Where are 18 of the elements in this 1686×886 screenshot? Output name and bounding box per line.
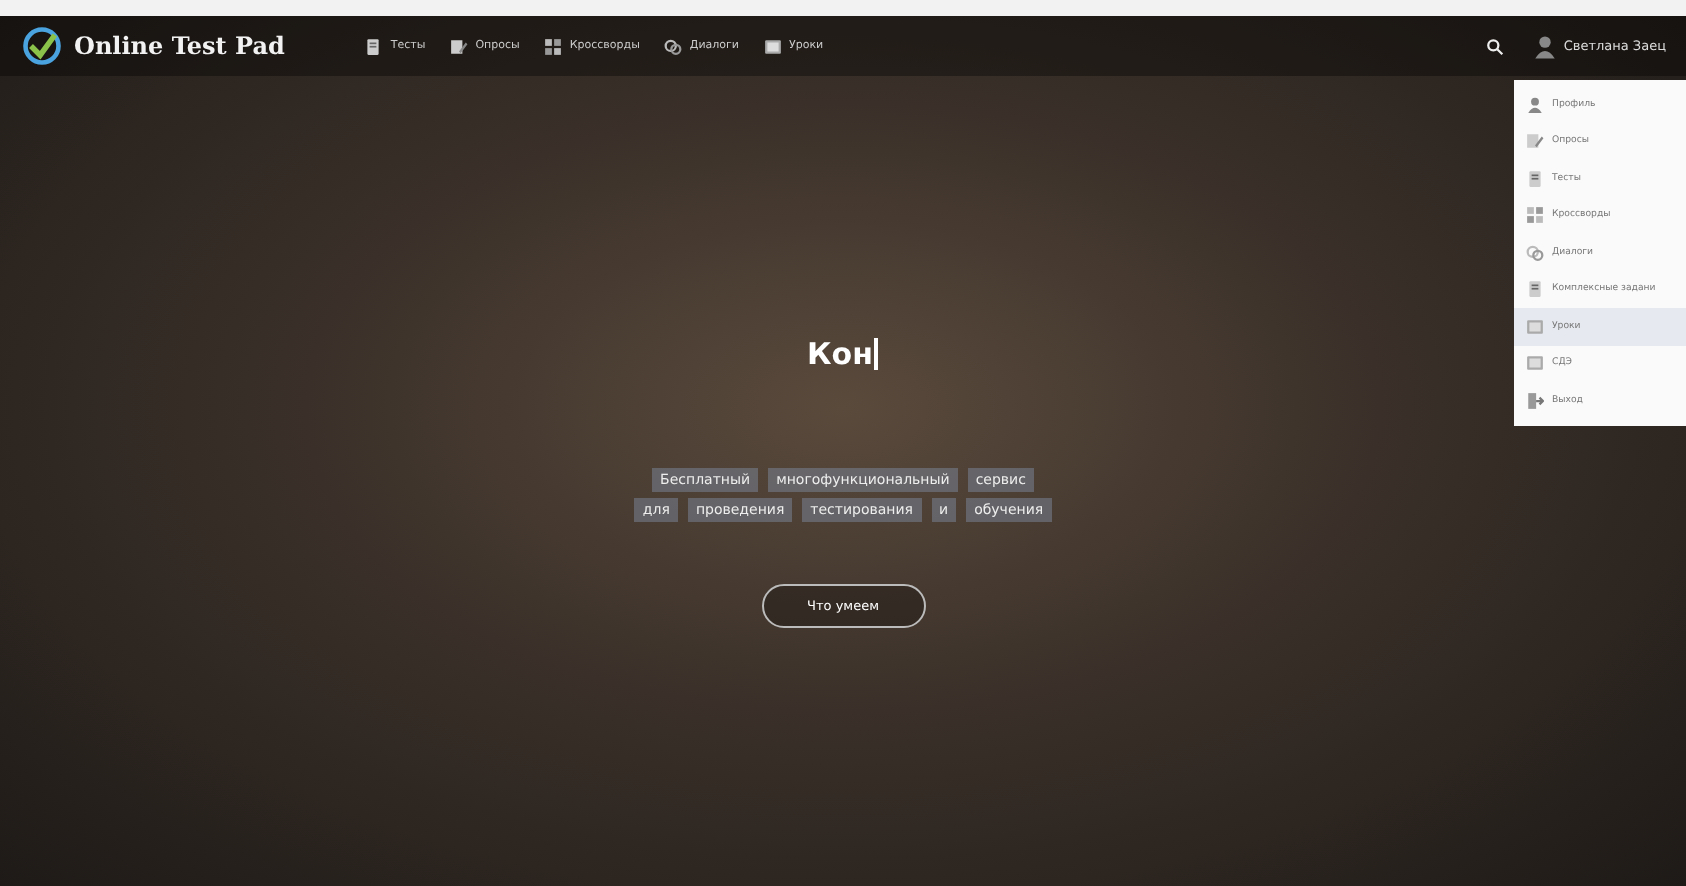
grid-icon bbox=[543, 37, 562, 55]
pencil-icon bbox=[449, 37, 468, 55]
speech-bubbles-icon bbox=[663, 37, 682, 55]
grid-icon bbox=[1526, 206, 1544, 225]
logo-icon bbox=[20, 24, 64, 68]
exit-icon bbox=[1526, 391, 1544, 410]
document-icon bbox=[1526, 169, 1544, 188]
document-icon bbox=[364, 37, 383, 55]
document-icon bbox=[1526, 280, 1544, 299]
search-icon[interactable] bbox=[1485, 37, 1504, 55]
speech-bubbles-icon bbox=[1526, 243, 1544, 262]
site-logo-link[interactable]: Online Test Pad bbox=[74, 32, 285, 60]
text-cursor bbox=[874, 338, 879, 370]
person-icon bbox=[1531, 33, 1558, 59]
board-icon bbox=[763, 37, 782, 55]
typed-heading: Кон bbox=[807, 336, 873, 372]
pencil-icon bbox=[1526, 132, 1544, 151]
person-icon bbox=[1526, 95, 1544, 114]
